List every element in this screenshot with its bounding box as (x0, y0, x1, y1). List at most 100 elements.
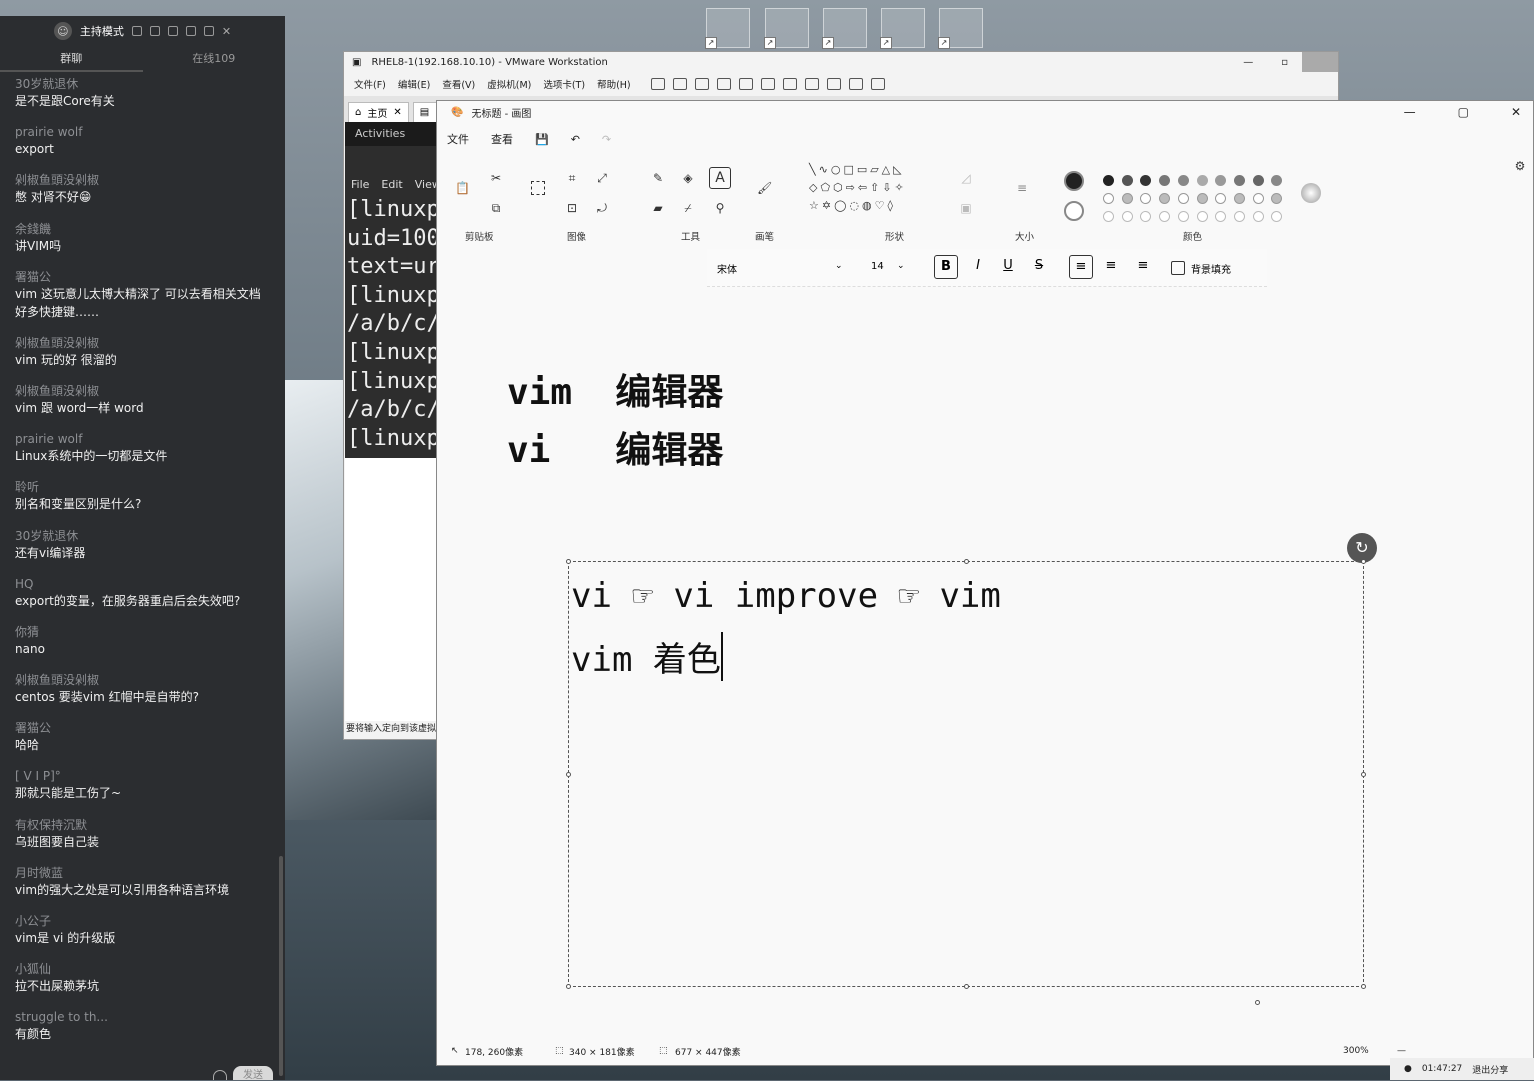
menu-view[interactable]: 查看 (491, 131, 513, 147)
desktop-shortcut-icon[interactable]: ↗ (938, 8, 983, 49)
term-menu-view[interactable]: View (415, 178, 437, 191)
align-center-button[interactable]: ≡ (1099, 255, 1123, 279)
stretch-icon[interactable] (870, 78, 885, 90)
guest-screen[interactable]: Activities File Edit View [linuxp uid=100… (345, 122, 437, 722)
magnifier-icon[interactable]: ⚲ (713, 201, 727, 215)
color-swatch[interactable] (1140, 175, 1152, 186)
chevron-down-icon[interactable]: ⌄ (897, 261, 905, 271)
color-swatch[interactable] (1215, 211, 1227, 222)
term-menu-file[interactable]: File (351, 178, 369, 191)
close-icon[interactable]: ✕ (393, 107, 401, 118)
unity-icon[interactable] (826, 78, 841, 90)
snapshot-icon[interactable] (694, 78, 709, 90)
color-picker-icon[interactable]: ⌿ (681, 201, 695, 215)
select-icon[interactable] (531, 181, 545, 195)
edit-colors-icon[interactable] (1301, 183, 1321, 203)
minimize-icon[interactable] (185, 26, 196, 36)
color-swatch[interactable] (1159, 193, 1171, 204)
close-icon[interactable]: ✕ (222, 25, 231, 38)
resize-handle[interactable] (1361, 772, 1366, 777)
color-swatch[interactable] (1196, 175, 1208, 186)
term-menu-edit[interactable]: Edit (381, 178, 402, 191)
menu-tabs[interactable]: 选项卡(T) (543, 77, 585, 91)
maximize-button[interactable]: ▢ (1458, 105, 1469, 119)
zoom-slider[interactable]: — (1397, 1046, 1406, 1056)
thumbnail-icon[interactable] (782, 78, 797, 90)
resize-handle[interactable] (964, 559, 969, 564)
color-swatch[interactable] (1121, 175, 1133, 186)
emoji-icon[interactable] (213, 1070, 227, 1080)
fullscreen-icon[interactable] (804, 78, 819, 90)
color1-swatch[interactable] (1064, 171, 1084, 191)
copilot-icon[interactable]: ⚙ (1513, 159, 1527, 173)
italic-button[interactable]: I (966, 255, 990, 279)
color-swatch[interactable] (1177, 211, 1189, 222)
share-icon[interactable] (149, 26, 160, 36)
copy-icon[interactable]: ⧉ (489, 201, 503, 215)
color-swatch[interactable] (1215, 175, 1227, 186)
menu-help[interactable]: 帮助(H) (597, 77, 631, 91)
align-right-button[interactable]: ≡ (1131, 255, 1155, 279)
shape-fill-icon[interactable]: ▣ (959, 201, 973, 215)
gnome-activities[interactable]: Activities (345, 122, 437, 146)
shapes-gallery-row3[interactable]: ☆✡◯◌◍♡◊ (809, 199, 939, 213)
shapes-gallery-row2[interactable]: ◇⬠⬡⇨⇦⇧⇩✧ (809, 181, 939, 195)
tab-online[interactable]: 在线109 (143, 46, 286, 72)
color-swatch[interactable] (1121, 211, 1133, 222)
color-swatch[interactable] (1103, 193, 1114, 204)
color-swatch[interactable] (1252, 175, 1264, 186)
tab-home[interactable]: ⌂ 主页 ✕ (348, 102, 409, 122)
close-button[interactable]: ✕ (1511, 105, 1521, 119)
color-swatch[interactable] (1252, 193, 1264, 204)
resize-handle[interactable] (566, 984, 571, 989)
color-swatch[interactable] (1271, 211, 1283, 222)
exit-share-button[interactable]: 退出分享 (1472, 1063, 1508, 1076)
resize-handle[interactable] (964, 984, 969, 989)
color-swatch[interactable] (1103, 211, 1114, 222)
color-swatch[interactable] (1177, 175, 1189, 186)
manage-snapshots-icon[interactable] (738, 78, 753, 90)
resize-handle[interactable] (1361, 559, 1366, 564)
desktop-shortcut-icon[interactable]: ↗ (822, 8, 867, 49)
image-search-icon[interactable]: ⊡ (565, 201, 579, 215)
send-button[interactable]: 发送 (233, 1066, 273, 1081)
undo-icon[interactable]: ↶ (571, 133, 580, 146)
font-size-select[interactable]: 14 (871, 261, 884, 272)
text-tool-icon[interactable]: A (709, 167, 731, 189)
maximize-button[interactable]: ▫ (1281, 57, 1288, 68)
color-swatch[interactable] (1121, 193, 1133, 204)
font-family-select[interactable]: 宋体 (717, 261, 737, 276)
vmware-close-area[interactable] (1302, 52, 1338, 72)
brush-icon[interactable]: 🖌 (757, 181, 772, 195)
color-swatch[interactable] (1215, 193, 1227, 204)
crop-icon[interactable]: ⌗ (565, 171, 579, 185)
menu-icon[interactable] (167, 26, 178, 36)
color-swatch[interactable] (1103, 175, 1114, 186)
desktop-shortcut-icon[interactable]: ↗ (764, 8, 809, 49)
color-swatch[interactable] (1271, 193, 1283, 204)
color-swatch[interactable] (1159, 175, 1171, 186)
chevron-down-icon[interactable]: ⌄ (835, 261, 843, 271)
pencil-icon[interactable]: ✎ (651, 171, 665, 185)
color-swatch[interactable] (1140, 211, 1152, 222)
eraser-icon[interactable]: ▰ (651, 201, 665, 215)
color-swatch[interactable] (1271, 175, 1283, 186)
menu-file[interactable]: 文件(F) (354, 77, 386, 91)
resize-handle[interactable] (1361, 984, 1366, 989)
minimize-button[interactable]: — (1404, 105, 1416, 119)
align-left-button[interactable]: ≡ (1069, 255, 1093, 279)
underline-button[interactable]: U (996, 255, 1020, 279)
shapes-gallery[interactable]: ╲∿○□▭▱△◺ (809, 163, 939, 177)
strikethrough-button[interactable]: S (1027, 255, 1051, 279)
resize-icon[interactable]: ⤢ (595, 171, 609, 185)
color2-swatch[interactable] (1064, 201, 1084, 221)
color-swatch[interactable] (1233, 193, 1245, 204)
cut-icon[interactable]: ✂ (489, 171, 503, 185)
console-icon[interactable] (848, 78, 863, 90)
zoom-level[interactable]: 300% (1343, 1046, 1369, 1056)
outline-icon[interactable]: ◿ (959, 171, 973, 185)
library-icon[interactable] (760, 78, 775, 90)
send-keys-icon[interactable] (672, 78, 687, 90)
pause-icon[interactable] (650, 78, 665, 90)
paint-canvas[interactable]: vim 编辑器 vi 编辑器 ↻ vi ☞ vi improve ☞ vim v… (437, 291, 1533, 1037)
